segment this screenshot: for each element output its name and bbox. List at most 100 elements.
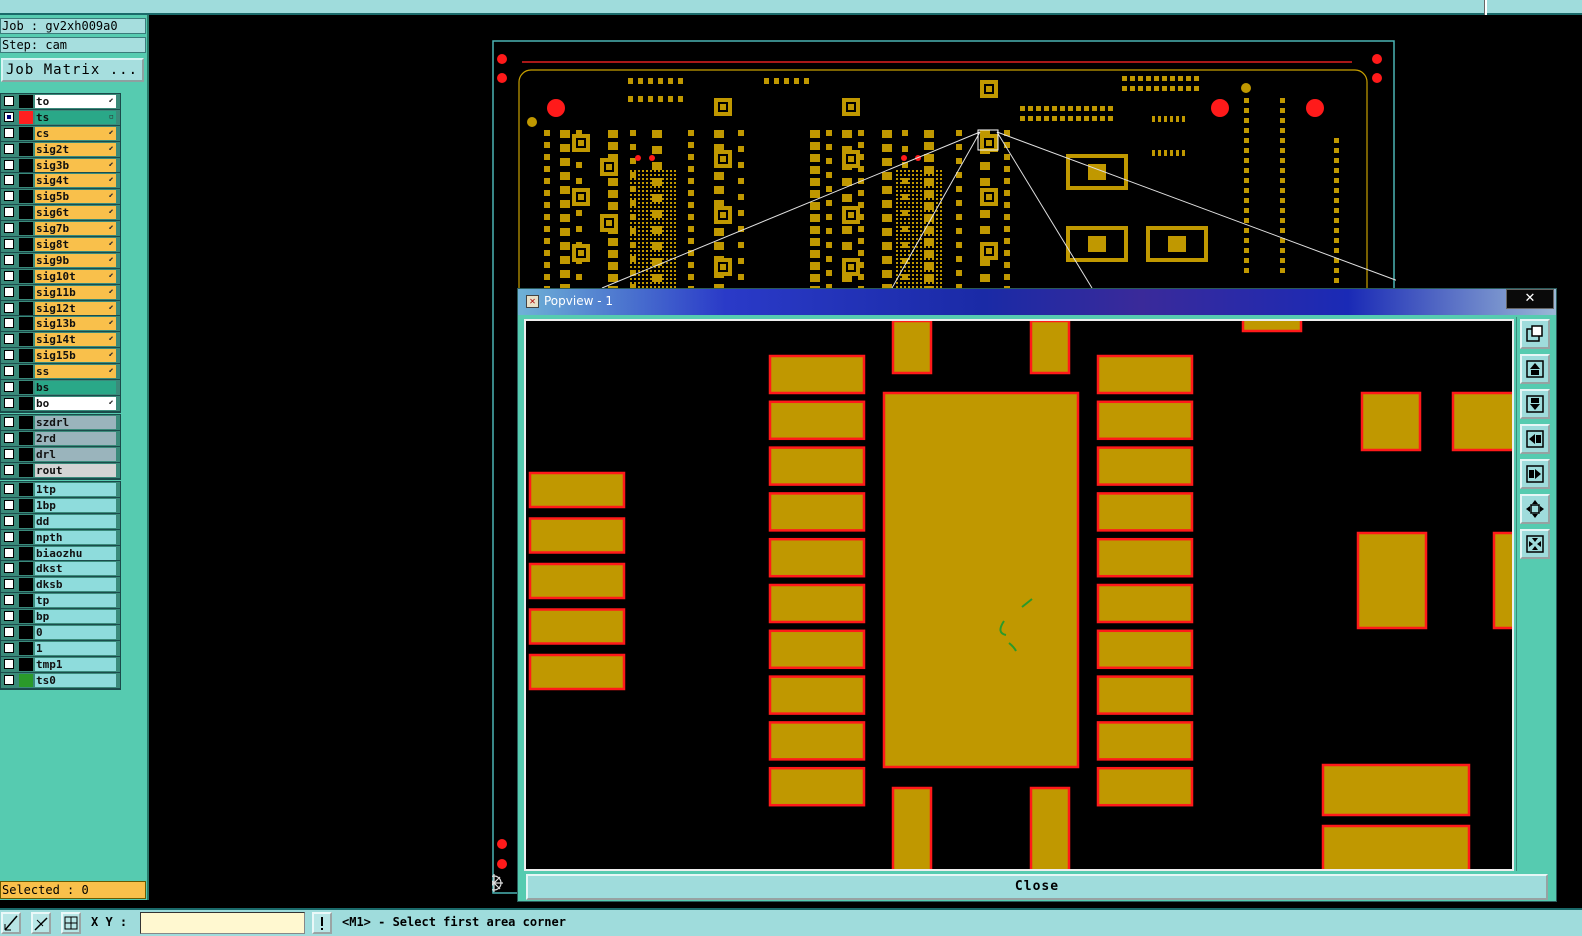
- layer-checkbox[interactable]: [4, 96, 14, 106]
- layer-row-0[interactable]: 0: [1, 625, 120, 641]
- layer-color-swatch[interactable]: [19, 546, 33, 560]
- layer-row-sig6t[interactable]: sig6t ⬋: [1, 205, 120, 222]
- layer-color-swatch[interactable]: [19, 562, 33, 576]
- layer-color-swatch[interactable]: [19, 269, 33, 283]
- layer-checkbox[interactable]: [4, 397, 14, 408]
- layer-name[interactable]: ts ▫: [35, 110, 116, 124]
- layer-color-swatch[interactable]: [19, 206, 33, 220]
- layer-color-swatch[interactable]: [19, 126, 33, 140]
- layer-color-swatch[interactable]: [19, 238, 33, 252]
- layer-checkbox[interactable]: [4, 515, 14, 526]
- layer-row-1tp[interactable]: 1tp: [1, 482, 120, 498]
- layer-row-sig9b[interactable]: sig9b ⬋: [1, 253, 120, 269]
- layer-checkbox[interactable]: [4, 191, 14, 202]
- layer-row-dd[interactable]: dd: [1, 514, 120, 530]
- layer-color-swatch[interactable]: [19, 594, 33, 608]
- layer-color-swatch[interactable]: [19, 498, 33, 512]
- layer-checkbox[interactable]: [4, 270, 14, 281]
- layer-checkbox[interactable]: [4, 111, 14, 122]
- layer-checkbox[interactable]: [4, 207, 14, 218]
- layer-row-ts0[interactable]: ts0: [1, 673, 120, 689]
- layer-name[interactable]: npth: [35, 530, 116, 544]
- layer-row-szdrl[interactable]: szdrl: [1, 415, 120, 431]
- layer-name[interactable]: sig6t ⬋: [35, 206, 116, 220]
- pan-up-button[interactable]: [1520, 354, 1550, 384]
- layer-color-swatch[interactable]: [19, 317, 33, 331]
- layer-name[interactable]: bo ⬋: [35, 396, 116, 410]
- layer-color-swatch[interactable]: [19, 381, 33, 395]
- layer-name[interactable]: sig2t ⬋: [35, 142, 116, 156]
- layer-name[interactable]: sig9b ⬋: [35, 253, 116, 267]
- popview-titlebar[interactable]: ✕ Popview - 1 ✕: [518, 289, 1556, 315]
- layer-row-bp[interactable]: bp: [1, 609, 120, 626]
- layer-name[interactable]: dkst: [35, 562, 116, 576]
- layer-checkbox[interactable]: [4, 286, 14, 297]
- layer-row-1bp[interactable]: 1bp: [1, 498, 120, 514]
- layer-row-sig12t[interactable]: sig12t ⬋: [1, 301, 120, 317]
- layer-name[interactable]: sig7b ⬋: [35, 222, 116, 236]
- layer-name[interactable]: bs: [35, 381, 116, 395]
- layer-row-bo[interactable]: bo ⬋: [1, 396, 120, 412]
- layer-name[interactable]: rout: [35, 463, 116, 477]
- layer-color-swatch[interactable]: [19, 253, 33, 267]
- layer-name[interactable]: 1bp: [35, 498, 116, 512]
- layer-row-npth[interactable]: npth: [1, 530, 120, 546]
- layer-name[interactable]: dksb: [35, 578, 116, 592]
- layer-name[interactable]: cs ⬋: [35, 126, 116, 140]
- layer-name[interactable]: szdrl: [35, 416, 116, 429]
- layer-name[interactable]: sig4t ⬋: [35, 174, 116, 188]
- layer-checkbox[interactable]: [4, 642, 14, 653]
- grid-tool-button[interactable]: [61, 912, 81, 934]
- layer-row-tp[interactable]: tp: [1, 593, 120, 610]
- layer-checkbox[interactable]: [4, 334, 14, 345]
- layer-row-sig14t[interactable]: sig14t ⬋: [1, 332, 120, 349]
- layer-color-swatch[interactable]: [19, 626, 33, 640]
- layer-name[interactable]: dd: [35, 514, 116, 528]
- layer-name[interactable]: sig14t ⬋: [35, 333, 116, 347]
- layer-checkbox[interactable]: [4, 579, 14, 590]
- layer-row-sig5b[interactable]: sig5b ⬋: [1, 189, 120, 206]
- layer-row-sig3b[interactable]: sig3b ⬋: [1, 158, 120, 174]
- pan-right-button[interactable]: [1520, 459, 1550, 489]
- layer-name[interactable]: sig15b ⬋: [35, 349, 116, 363]
- layer-checkbox[interactable]: [4, 127, 14, 138]
- layer-name[interactable]: ts0: [35, 673, 116, 687]
- layer-color-swatch[interactable]: [19, 349, 33, 363]
- layer-row-ts[interactable]: ts ▫: [1, 110, 120, 126]
- layer-color-swatch[interactable]: [19, 463, 33, 477]
- layer-color-swatch[interactable]: [19, 431, 33, 445]
- top-bar-splitter[interactable]: [1484, 0, 1487, 15]
- layer-row-dksb[interactable]: dksb: [1, 577, 120, 594]
- layer-checkbox[interactable]: [4, 417, 14, 427]
- layer-row-cs[interactable]: cs ⬋: [1, 126, 120, 142]
- layer-checkbox[interactable]: [4, 175, 14, 186]
- layer-name[interactable]: sig5b ⬋: [35, 190, 116, 204]
- layer-row-ss[interactable]: ss ⬋: [1, 364, 120, 381]
- layer-name[interactable]: drl: [35, 447, 116, 461]
- xy-input[interactable]: [140, 912, 305, 934]
- layer-name[interactable]: sig12t ⬋: [35, 301, 116, 315]
- snap-tool-button[interactable]: [31, 912, 51, 934]
- layer-color-swatch[interactable]: [19, 95, 33, 108]
- zoom-home-button[interactable]: [1520, 319, 1550, 349]
- layer-color-swatch[interactable]: [19, 158, 33, 172]
- layer-row-sig8t[interactable]: sig8t ⬋: [1, 237, 120, 253]
- layer-checkbox[interactable]: [4, 531, 14, 542]
- layer-color-swatch[interactable]: [19, 483, 33, 496]
- layer-checkbox[interactable]: [4, 223, 14, 234]
- layer-row-2rd[interactable]: 2rd: [1, 431, 120, 447]
- layer-name[interactable]: sig13b ⬋: [35, 317, 116, 331]
- layer-row-sig7b[interactable]: sig7b ⬋: [1, 221, 120, 238]
- layer-checkbox[interactable]: [4, 254, 14, 265]
- layer-checkbox[interactable]: [4, 547, 14, 558]
- layer-name[interactable]: sig3b ⬋: [35, 158, 116, 172]
- layer-checkbox[interactable]: [4, 595, 14, 606]
- layer-checkbox[interactable]: [4, 143, 14, 154]
- layer-name[interactable]: 0: [35, 626, 116, 640]
- layer-color-swatch[interactable]: [19, 222, 33, 236]
- layer-name[interactable]: sig10t ⬋: [35, 269, 116, 283]
- layer-name[interactable]: 1: [35, 641, 116, 655]
- layer-color-swatch[interactable]: [19, 530, 33, 544]
- layer-checkbox[interactable]: [4, 674, 14, 685]
- layer-row-sig2t[interactable]: sig2t ⬋: [1, 142, 120, 158]
